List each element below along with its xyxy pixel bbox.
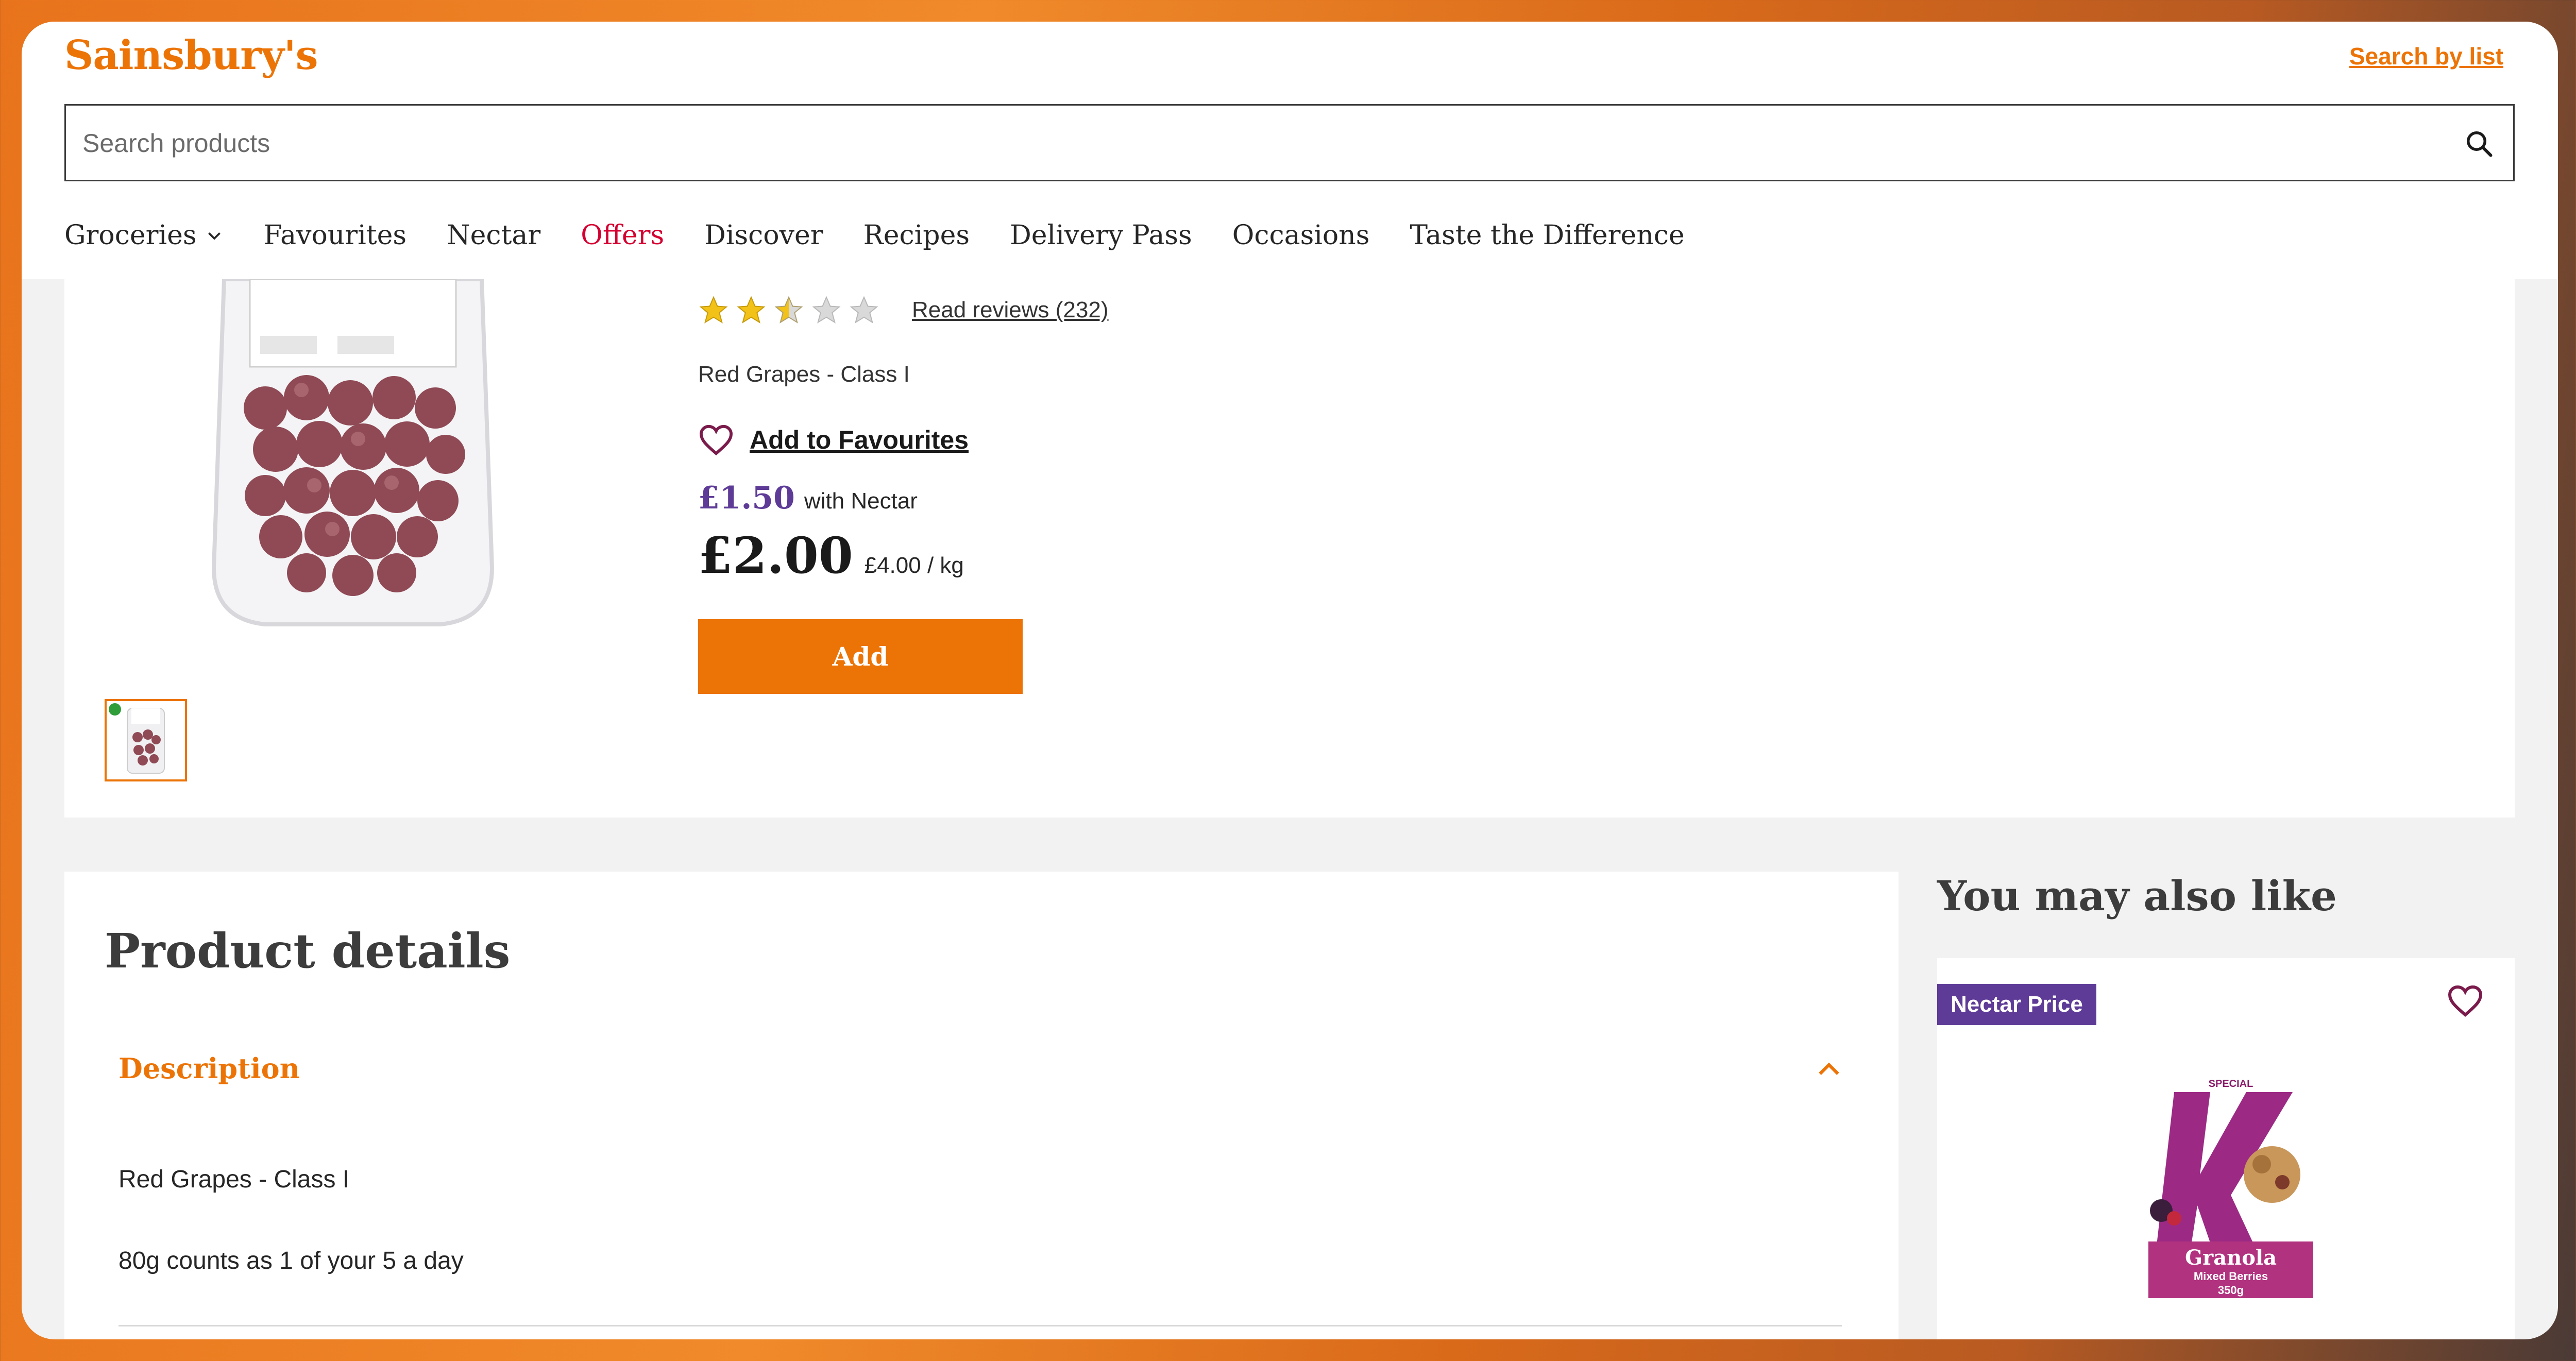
unit-price: £4.00 / kg [864,553,964,578]
star-half-icon [774,296,803,324]
product-details-title: Product details [105,923,511,979]
chevron-up-icon[interactable] [1814,1054,1844,1085]
recommended-product-card[interactable]: Nectar Price SPECIAL Granola Mixed Berri… [1937,958,2515,1339]
add-to-favourites-label: Add to Favourites [750,426,969,454]
divider [118,1325,1842,1326]
site-header: Sainsbury's Search by list Groceries Fav… [22,22,2558,279]
add-to-trolley-button[interactable]: Add [698,619,1023,694]
nectar-price-badge: Nectar Price [1937,984,2096,1025]
selected-indicator [109,703,121,716]
nav-item-discover[interactable]: Discover [704,220,823,251]
product-image-red-grapes[interactable] [204,279,502,630]
chevron-down-icon [208,232,221,240]
product-details-card: Product details Description Red Grapes -… [64,872,1899,1339]
add-to-favourites-button[interactable]: Add to Favourites [698,423,969,456]
star-empty-icon [812,296,841,324]
sainsburys-logo[interactable]: Sainsbury's [64,32,318,79]
search-by-list-link[interactable]: Search by list [2349,42,2503,70]
nav-item-label: Groceries [64,220,197,251]
granola-brand: SPECIAL [2209,1078,2253,1090]
description-line: Red Grapes - Class I [118,1166,350,1193]
nav-item-favourites[interactable]: Favourites [264,220,407,251]
price-row: £2.00 £4.00 / kg [698,526,964,585]
nectar-price: £1.50 [698,480,795,516]
you-may-also-like-title: You may also like [1937,872,2337,920]
heart-icon[interactable] [2447,984,2484,1018]
product-thumbnail[interactable] [105,699,187,781]
nav-item-groceries[interactable]: Groceries [64,220,224,251]
product-card: Read reviews (232) Red Grapes - Class I … [64,279,2515,818]
nav-item-occasions[interactable]: Occasions [1232,220,1370,251]
product-subtitle: Red Grapes - Class I [698,362,910,387]
nectar-price-label: with Nectar [804,488,918,514]
star-full-icon [699,296,728,324]
main-nav: Groceries Favourites Nectar Offers Disco… [64,220,1725,251]
granola-product-image[interactable]: SPECIAL Granola Mixed Berries 350g [2143,1071,2318,1298]
read-reviews-link[interactable]: Read reviews (232) [912,297,1109,323]
nectar-price-row: £1.50 with Nectar [698,480,918,516]
granola-variant: Mixed Berries [2194,1270,2268,1283]
star-empty-icon [850,296,878,324]
description-line: 80g counts as 1 of your 5 a day [118,1247,464,1274]
search-input[interactable] [81,106,2402,181]
granola-weight: 350g [2218,1284,2244,1297]
nav-item-recipes[interactable]: Recipes [863,220,970,251]
nav-item-nectar[interactable]: Nectar [447,220,540,251]
nav-item-taste-the-difference[interactable]: Taste the Difference [1410,220,1684,251]
heart-icon [699,424,733,456]
nav-item-delivery-pass[interactable]: Delivery Pass [1010,220,1192,251]
search-box [64,104,2515,181]
browser-frame: Sainsbury's Search by list Groceries Fav… [22,22,2558,1339]
nav-item-offers[interactable]: Offers [581,220,664,251]
star-rating[interactable]: Read reviews (232) [698,295,1109,326]
product-price: £2.00 [698,526,853,585]
granola-name: Granola [2185,1246,2277,1270]
star-full-icon [737,296,766,324]
description-accordion-header[interactable]: Description [118,1052,300,1085]
search-icon[interactable] [2464,128,2495,159]
